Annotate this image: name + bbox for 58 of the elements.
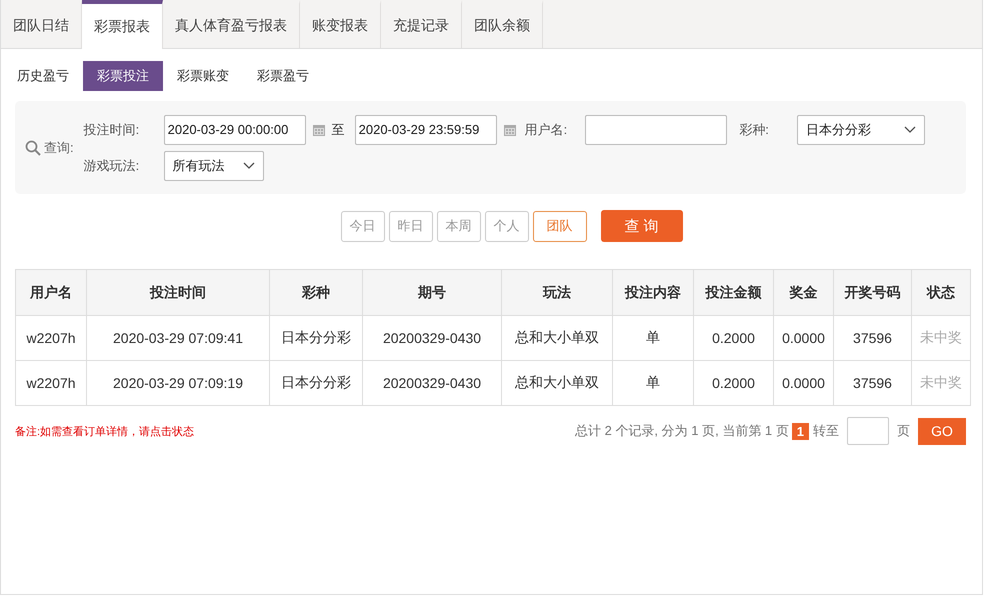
table-cell: 0.0000 xyxy=(774,360,834,406)
column-header: 投注时间 xyxy=(86,270,270,316)
table-cell: 2020-03-29 07:09:19 xyxy=(86,360,270,406)
column-header: 状态 xyxy=(912,270,970,316)
column-header: 开奖号码 xyxy=(834,270,912,316)
note-text: 备注:如需查看订单详情，请点击状态 xyxy=(15,424,196,438)
lottery-label: 彩种: xyxy=(739,120,769,138)
table-cell: 20200329-0430 xyxy=(362,316,502,360)
sub-tab[interactable]: 彩票账变 xyxy=(163,61,243,91)
chevron-down-icon xyxy=(904,126,916,134)
table-cell: 总和大小单双 xyxy=(502,316,612,360)
tab[interactable]: 真人体育盈亏报表 xyxy=(163,0,300,48)
tab[interactable]: 团队余额 xyxy=(462,0,543,48)
table-cell: w2207h xyxy=(16,316,86,360)
sub-tab[interactable]: 历史盈亏 xyxy=(15,61,83,91)
search-icon xyxy=(25,140,41,156)
table-cell: w2207h xyxy=(16,360,86,406)
tab[interactable]: 账变报表 xyxy=(300,0,381,48)
table-cell: 日本分分彩 xyxy=(270,316,362,360)
page-field[interactable] xyxy=(847,417,889,445)
chevron-down-icon xyxy=(242,162,255,170)
table-cell: 20200329-0430 xyxy=(362,360,502,406)
table-cell: 单 xyxy=(612,316,694,360)
play-select[interactable]: 所有玩法 xyxy=(164,150,264,180)
column-header: 投注内容 xyxy=(612,270,694,316)
column-header: 彩种 xyxy=(270,270,362,316)
table-cell: 2020-03-29 07:09:41 xyxy=(86,316,270,360)
username-field[interactable] xyxy=(585,114,728,144)
table-cell: 总和大小单双 xyxy=(502,360,612,406)
table-cell: 日本分分彩 xyxy=(270,360,362,406)
to-label: 至 xyxy=(332,120,345,138)
tab[interactable]: 彩票报表 xyxy=(82,0,163,49)
username-label: 用户名: xyxy=(524,120,568,138)
play-label: 游戏玩法: xyxy=(84,156,140,174)
start-time-field[interactable]: 2020-03-29 00:00:00 xyxy=(164,114,306,144)
column-header: 投注金额 xyxy=(694,270,774,316)
sub-tab[interactable]: 彩票盈亏 xyxy=(243,61,323,91)
table-cell: 0.2000 xyxy=(694,316,774,360)
column-header: 期号 xyxy=(362,270,502,316)
table-cell: 0.0000 xyxy=(774,316,834,360)
calendar-icon[interactable] xyxy=(312,122,326,136)
table-cell: 0.2000 xyxy=(694,360,774,406)
page-unit-label: 页 xyxy=(897,422,910,440)
sub-tab[interactable]: 彩票投注 xyxy=(83,61,163,91)
pagination-summary: 总计 2 个记录, 分为 1 页, 当前第 1 页 xyxy=(574,422,789,440)
column-header: 奖金 xyxy=(774,270,834,316)
calendar-icon[interactable] xyxy=(502,122,517,136)
goto-label: 转至 xyxy=(813,422,839,440)
tab[interactable]: 充提记录 xyxy=(381,0,462,48)
end-time-field[interactable]: 2020-03-29 23:59:59 xyxy=(354,114,497,144)
bet-time-label: 投注时间: xyxy=(84,120,140,138)
table-cell: 37596 xyxy=(834,316,912,360)
table-cell: 37596 xyxy=(834,360,912,406)
column-header: 玩法 xyxy=(502,270,612,316)
table-cell: 单 xyxy=(612,360,694,406)
lottery-select[interactable]: 日本分分彩 xyxy=(796,114,925,144)
query-label: 查询: xyxy=(44,138,74,156)
column-header: 用户名 xyxy=(16,270,86,316)
